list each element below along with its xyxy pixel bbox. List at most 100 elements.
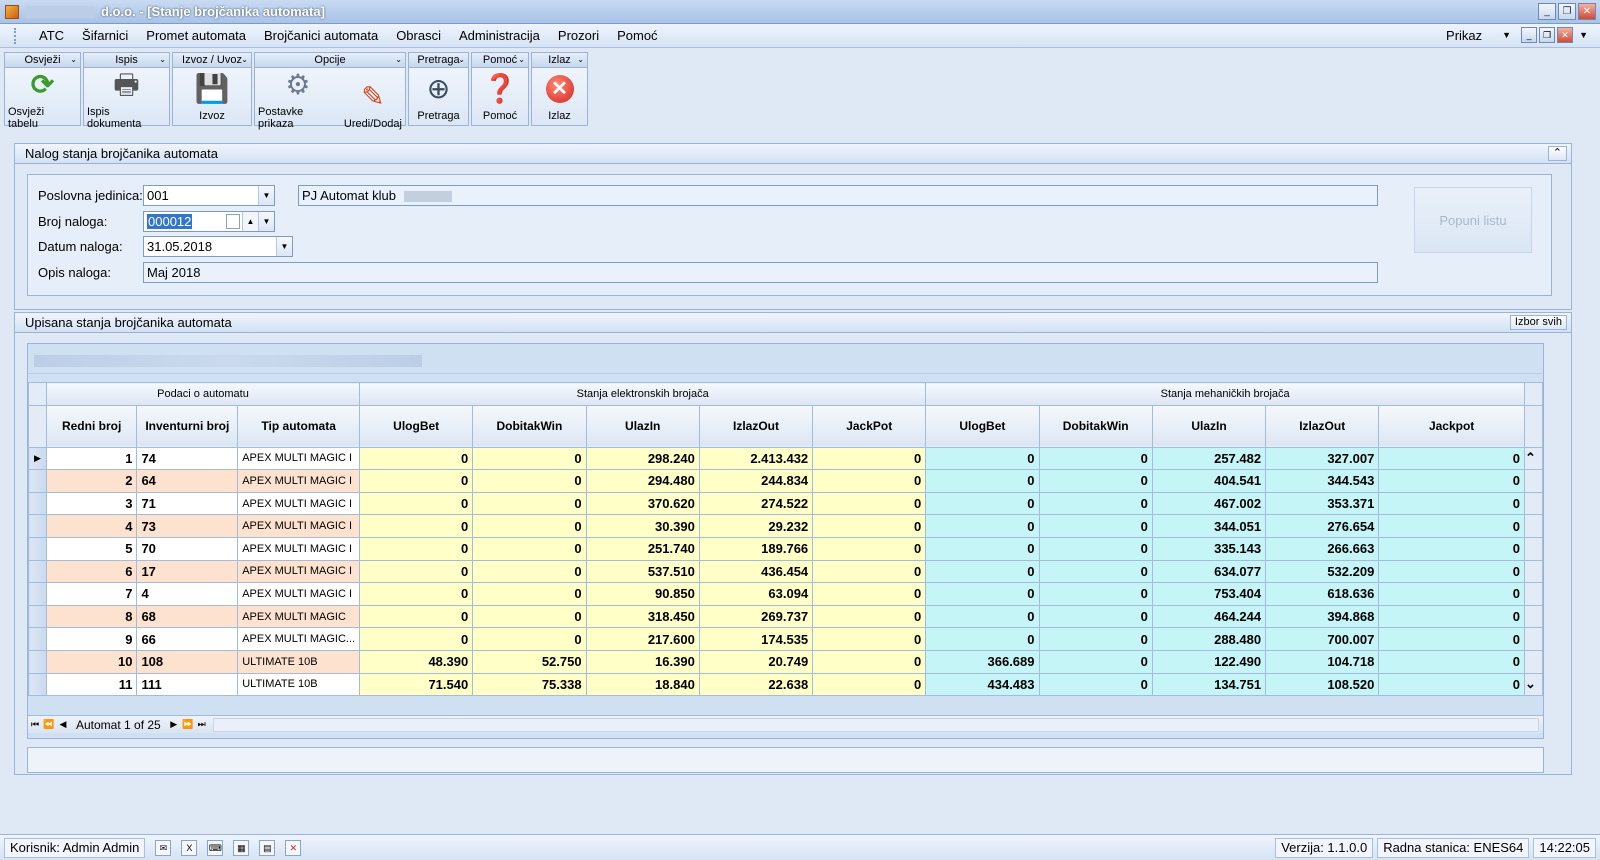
cell-mh-izlazout[interactable]: 108.520 [1265, 672, 1380, 697]
col-el-dobitakwin[interactable]: DobitakWin [472, 404, 587, 448]
table-row[interactable]: ▶ 1 74 APEX MULTI MAGIC I 0 0 298.240 2.413.432… [28, 446, 1544, 471]
app-icon[interactable] [5, 4, 19, 19]
table-row[interactable]: 8 68 APEX MULTI MAGIC 0 0 318.450 269.737 0 0 0 46… [28, 604, 1544, 629]
cell-el-dobitakwin[interactable]: 52.750 [472, 649, 587, 674]
overflow-chevron-icon[interactable]: ▼ [1579, 30, 1588, 40]
edit-add-button[interactable]: ✎ Uredi/Dodaj [341, 68, 405, 133]
table-row[interactable]: 2 64 APEX MULTI MAGIC I 0 0 294.480 244.834 0 0 0… [28, 469, 1544, 493]
vertical-scrollbar-cell[interactable] [1523, 559, 1544, 584]
row-selector[interactable] [28, 469, 47, 493]
last-record-icon[interactable]: ⏭ [195, 719, 209, 730]
cell-mh-jackpot[interactable]: 0 [1378, 582, 1525, 606]
cell-el-ulazin[interactable]: 251.740 [585, 536, 700, 561]
cell-inventurni-broj[interactable]: 108 [136, 649, 239, 674]
cell-redni-broj[interactable]: 3 [45, 491, 138, 516]
select-all-button[interactable]: Izbor svih [1509, 315, 1567, 330]
cell-el-izlazout[interactable]: 269.737 [698, 604, 814, 629]
cell-mh-dobitakwin[interactable]: 0 [1038, 627, 1153, 651]
cell-redni-broj[interactable]: 10 [45, 649, 138, 674]
prev-record-icon[interactable]: ◀ [56, 719, 70, 730]
form-icon[interactable]: ▤ [259, 839, 276, 856]
cell-inventurni-broj[interactable]: 66 [136, 627, 239, 651]
next-page-icon[interactable]: ⏩ [181, 719, 195, 730]
menu-obrasci[interactable]: Obrasci [387, 24, 450, 48]
cell-el-izlazout[interactable]: 22.638 [698, 672, 814, 697]
cell-el-jackpot[interactable]: 0 [812, 672, 927, 697]
cell-mh-izlazout[interactable]: 394.868 [1265, 604, 1380, 629]
col-mh-ulogbet[interactable]: UlogBet [925, 404, 1040, 448]
col-mh-jackpot[interactable]: Jackpot [1378, 404, 1525, 448]
vertical-scrollbar-cell[interactable] [1523, 649, 1544, 674]
cell-el-jackpot[interactable]: 0 [812, 514, 927, 538]
prev-page-icon[interactable]: ⏪ [42, 719, 56, 730]
close-window-icon[interactable]: ✕ [285, 839, 302, 856]
cell-mh-dobitakwin[interactable]: 0 [1038, 649, 1153, 674]
cell-el-dobitakwin[interactable]: 75.338 [472, 672, 587, 697]
spin-up-button[interactable]: ▲ [242, 212, 258, 231]
cell-el-jackpot[interactable]: 0 [812, 582, 927, 606]
cell-mh-jackpot[interactable]: 0 [1378, 514, 1525, 538]
cell-el-dobitakwin[interactable]: 0 [472, 559, 587, 584]
vertical-scrollbar-cell[interactable] [1523, 604, 1544, 629]
export-button[interactable]: 💾 Izvoz [192, 68, 232, 125]
cell-el-dobitakwin[interactable]: 0 [472, 514, 587, 538]
vertical-scrollbar-cell[interactable] [1523, 491, 1544, 516]
vertical-scrollbar-cell[interactable] [1523, 514, 1544, 538]
cell-inventurni-broj[interactable]: 68 [136, 604, 239, 629]
cell-mh-izlazout[interactable]: 353.371 [1265, 491, 1380, 516]
cell-mh-ulazin[interactable]: 404.541 [1151, 469, 1267, 493]
keyboard-icon[interactable]: ⌨ [207, 839, 224, 856]
cell-mh-ulazin[interactable]: 467.002 [1151, 491, 1267, 516]
cell-mh-ulazin[interactable]: 257.482 [1151, 446, 1267, 471]
cell-tip-automata[interactable]: APEX MULTI MAGIC I [237, 469, 361, 493]
cell-inventurni-broj[interactable]: 17 [136, 559, 239, 584]
vertical-scrollbar-cell[interactable] [1523, 582, 1544, 606]
cell-el-jackpot[interactable]: 0 [812, 491, 927, 516]
cell-mh-ulazin[interactable]: 122.490 [1151, 649, 1267, 674]
cell-el-izlazout[interactable]: 29.232 [698, 514, 814, 538]
cell-el-ulogbet[interactable]: 0 [359, 582, 474, 606]
table-row[interactable]: 4 73 APEX MULTI MAGIC I 0 0 30.390 29.232 0 0 0 34… [28, 514, 1544, 538]
cell-mh-jackpot[interactable]: 0 [1378, 649, 1525, 674]
cell-el-ulogbet[interactable]: 0 [359, 514, 474, 538]
band-elektronski[interactable]: Stanja elektronskih brojača [359, 382, 927, 406]
col-redni-broj[interactable]: Redni broj [45, 404, 138, 448]
cell-el-jackpot[interactable]: 0 [812, 536, 927, 561]
collapse-button[interactable]: ⌃ [1547, 146, 1567, 161]
cell-mh-ulogbet[interactable]: 0 [925, 514, 1040, 538]
row-selector[interactable] [28, 559, 47, 584]
horizontal-scrollbar[interactable] [212, 717, 1539, 732]
table-row[interactable]: 11 111 ULTIMATE 10B 71.540 75.338 18.840 22.63… [28, 672, 1544, 697]
cell-mh-ulogbet[interactable]: 434.483 [925, 672, 1040, 697]
help-button[interactable]: ❓ Pomoć [480, 68, 520, 125]
search-button[interactable]: ⊕ Pretraga [414, 68, 462, 125]
cell-mh-dobitakwin[interactable]: 0 [1038, 582, 1153, 606]
cell-el-dobitakwin[interactable]: 0 [472, 469, 587, 493]
cell-el-ulazin[interactable]: 30.390 [585, 514, 700, 538]
cell-mh-dobitakwin[interactable]: 0 [1038, 604, 1153, 629]
cell-mh-jackpot[interactable]: 0 [1378, 446, 1525, 471]
cell-el-ulogbet[interactable]: 0 [359, 491, 474, 516]
cell-mh-dobitakwin[interactable]: 0 [1038, 491, 1153, 516]
poslovna-jedinica-select[interactable]: 001 ▼ [143, 185, 275, 206]
cell-mh-jackpot[interactable]: 0 [1378, 672, 1525, 697]
cell-mh-izlazout[interactable]: 104.718 [1265, 649, 1380, 674]
cell-el-jackpot[interactable]: 0 [812, 627, 927, 651]
cell-mh-ulogbet[interactable]: 0 [925, 469, 1040, 493]
cell-mh-ulogbet[interactable]: 0 [925, 559, 1040, 584]
menu-prozori[interactable]: Prozori [549, 24, 608, 48]
display-settings-button[interactable]: ⚙ Postavke prikaza [255, 68, 341, 133]
cell-mh-ulazin[interactable]: 753.404 [1151, 582, 1267, 606]
cell-el-dobitakwin[interactable]: 0 [472, 582, 587, 606]
cell-el-ulazin[interactable]: 217.600 [585, 627, 700, 651]
cell-mh-dobitakwin[interactable]: 0 [1038, 514, 1153, 538]
cell-mh-izlazout[interactable]: 700.007 [1265, 627, 1380, 651]
cell-mh-ulazin[interactable]: 634.077 [1151, 559, 1267, 584]
cell-redni-broj[interactable]: 9 [45, 627, 138, 651]
group-launcher-icon[interactable]: ⌄ [70, 53, 77, 67]
cell-redni-broj[interactable]: 1 [45, 446, 138, 471]
cell-mh-izlazout[interactable]: 532.209 [1265, 559, 1380, 584]
band-podaci[interactable]: Podaci o automatu [45, 382, 361, 406]
cell-el-ulazin[interactable]: 318.450 [585, 604, 700, 629]
row-selector[interactable]: ▶ [28, 446, 47, 471]
